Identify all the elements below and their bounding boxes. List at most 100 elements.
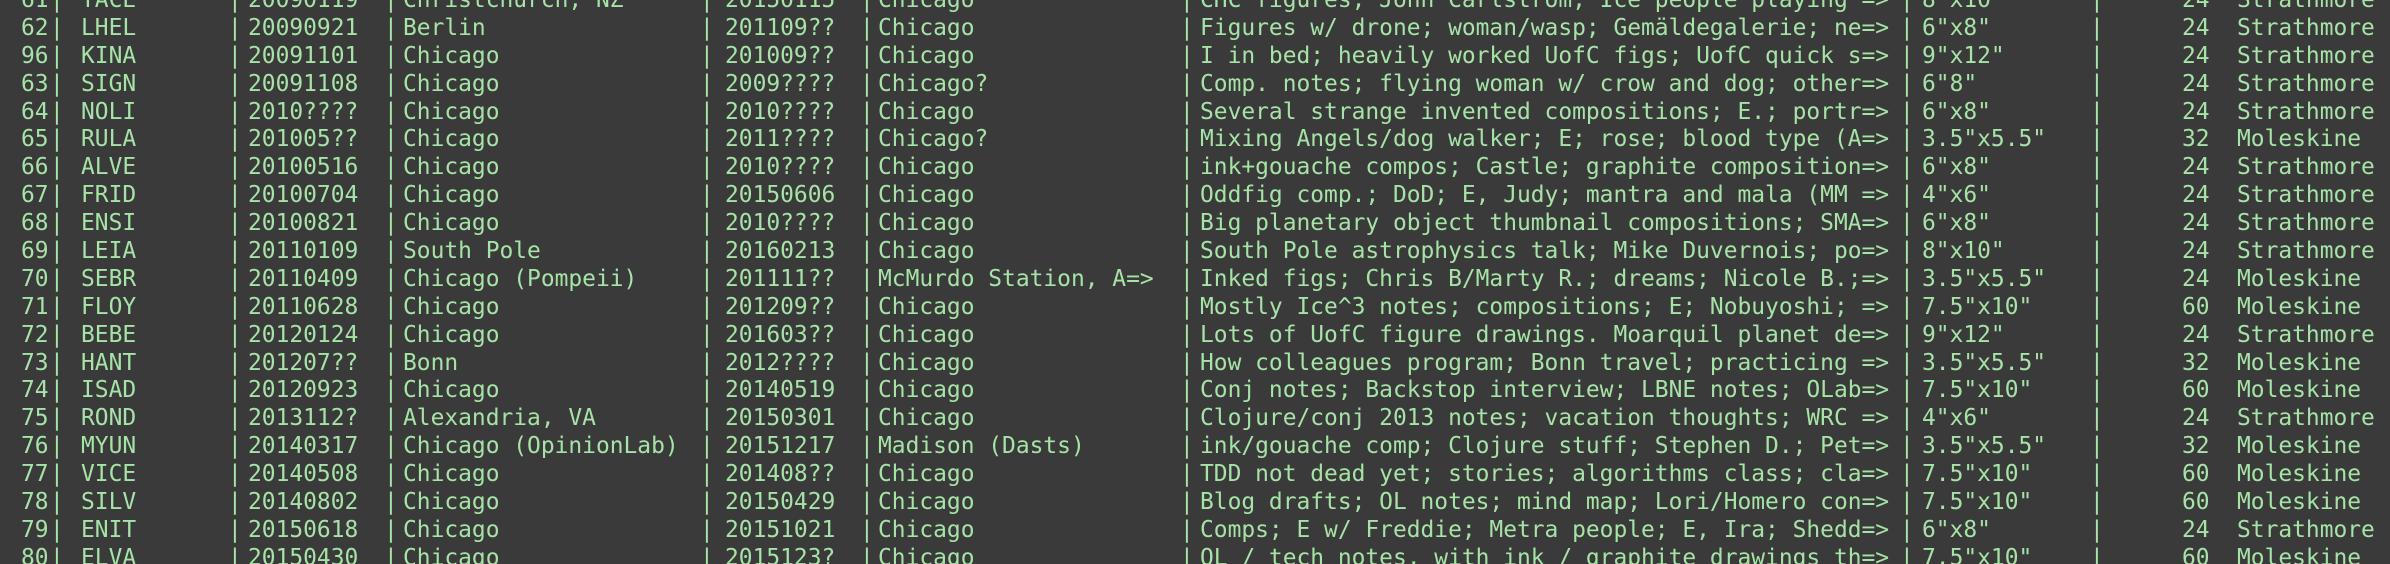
start-location: Chicago (Pompeii): [403, 265, 638, 292]
column-separator: |: [1180, 433, 1194, 460]
end-location: Chicago: [878, 154, 975, 181]
column-separator: |: [2090, 321, 2104, 348]
notebook-size: 7.5"x10": [1922, 377, 2033, 404]
notebook-size: 8"x10": [1922, 0, 2005, 13]
column-separator: |: [1900, 238, 1914, 265]
column-separator: |: [860, 0, 874, 13]
column-separator: |: [384, 544, 398, 564]
column-separator: |: [384, 377, 398, 404]
column-separator: |: [50, 0, 64, 13]
column-separator: |: [860, 349, 874, 376]
end-location: Chicago: [878, 0, 975, 13]
row-number: 96: [21, 42, 49, 69]
column-separator: |: [860, 14, 874, 41]
start-date: 2013112?: [248, 405, 359, 432]
row-number: 65: [21, 126, 49, 153]
page-count: 24: [2182, 154, 2210, 181]
contents-description: Figures w/ drone; woman/wasp; Gemäldegal…: [1200, 14, 1890, 41]
column-separator: |: [228, 0, 242, 13]
notebook-code: SIGN: [81, 70, 137, 97]
notebook-code: ROND: [81, 405, 137, 432]
column-separator: |: [50, 70, 64, 97]
end-location: McMurdo Station, A=>: [878, 265, 1154, 292]
end-location: Chicago: [878, 377, 975, 404]
column-separator: |: [700, 377, 714, 404]
column-separator: |: [1180, 238, 1194, 265]
notebook-brand: Moleskine: [2237, 544, 2362, 564]
contents-description: OL / tech notes, with ink / graphite dra…: [1200, 544, 1890, 564]
column-separator: |: [860, 489, 874, 516]
page-count: 32: [2182, 433, 2210, 460]
column-separator: |: [384, 98, 398, 125]
column-separator: |: [2090, 377, 2104, 404]
notebook-size: 6"x8": [1922, 210, 1991, 237]
column-separator: |: [1180, 126, 1194, 153]
column-separator: |: [1900, 489, 1914, 516]
row-number: 77: [21, 461, 49, 488]
page-count: 24: [2182, 42, 2210, 69]
end-location: Chicago: [878, 516, 975, 543]
start-date: 20090119: [248, 0, 359, 13]
start-location: Chicago: [403, 210, 500, 237]
column-separator: |: [228, 405, 242, 432]
column-separator: |: [228, 182, 242, 209]
start-location: Chicago: [403, 182, 500, 209]
column-separator: |: [1900, 461, 1914, 488]
column-separator: |: [1900, 377, 1914, 404]
notebook-size: 3.5"x5.5": [1922, 265, 2047, 292]
column-separator: |: [228, 489, 242, 516]
column-separator: |: [228, 98, 242, 125]
notebook-size: 6"x8": [1922, 154, 1991, 181]
end-location: Chicago: [878, 293, 975, 320]
column-separator: |: [384, 70, 398, 97]
notebook-code: SILV: [81, 489, 137, 516]
end-location: Chicago: [878, 14, 975, 41]
page-count: 32: [2182, 349, 2210, 376]
column-separator: |: [1180, 321, 1194, 348]
column-separator: |: [1180, 182, 1194, 209]
column-separator: |: [2090, 349, 2104, 376]
column-separator: |: [700, 544, 714, 564]
contents-description: Oddfig comp.; DoD; E, Judy; mantra and m…: [1200, 182, 1890, 209]
column-separator: |: [1180, 516, 1194, 543]
start-date: 20150618: [248, 516, 359, 543]
notebook-brand: Strathmore: [2237, 98, 2375, 125]
notebook-brand: Strathmore: [2237, 14, 2375, 41]
column-separator: |: [1900, 544, 1914, 564]
notebook-size: 7.5"x10": [1922, 461, 2033, 488]
start-location: Chicago: [403, 293, 500, 320]
column-separator: |: [2090, 405, 2104, 432]
column-separator: |: [2090, 70, 2104, 97]
page-count: 60: [2182, 377, 2210, 404]
page-count: 60: [2182, 461, 2210, 488]
end-location: Chicago: [878, 349, 975, 376]
column-separator: |: [1900, 154, 1914, 181]
column-separator: |: [700, 433, 714, 460]
end-date: 201109??: [725, 14, 836, 41]
notebook-size: 3.5"x5.5": [1922, 349, 2047, 376]
column-separator: |: [860, 126, 874, 153]
column-separator: |: [228, 516, 242, 543]
column-separator: |: [700, 14, 714, 41]
column-separator: |: [700, 210, 714, 237]
column-separator: |: [700, 154, 714, 181]
column-separator: |: [228, 349, 242, 376]
column-separator: |: [860, 516, 874, 543]
notebook-brand: Strathmore: [2237, 405, 2375, 432]
contents-description: ink+gouache compos; Castle; graphite com…: [1200, 154, 1890, 181]
column-separator: |: [2090, 42, 2104, 69]
start-date: 20150430: [248, 544, 359, 564]
column-separator: |: [50, 42, 64, 69]
column-separator: |: [384, 210, 398, 237]
column-separator: |: [384, 516, 398, 543]
column-separator: |: [1180, 70, 1194, 97]
end-date: 2015123?: [725, 544, 836, 564]
start-location: Bonn: [403, 349, 459, 376]
end-date: 2011????: [725, 126, 836, 153]
end-location: Chicago: [878, 405, 975, 432]
column-separator: |: [228, 265, 242, 292]
contents-description: CHC figures; John Carlstrom; Ice people …: [1200, 0, 1890, 13]
notebook-code: NOLI: [81, 98, 137, 125]
column-separator: |: [860, 70, 874, 97]
page-count: 24: [2182, 0, 2210, 13]
